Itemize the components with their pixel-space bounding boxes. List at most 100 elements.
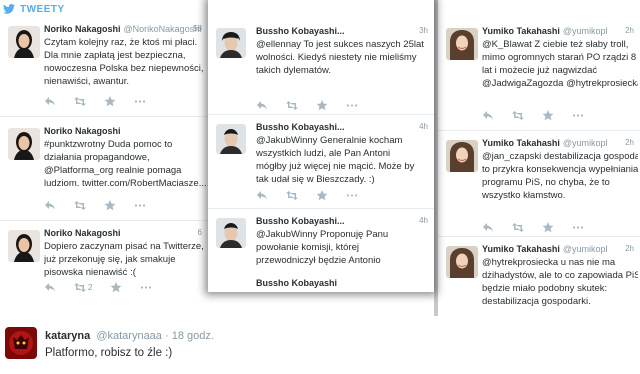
tweet-time[interactable]: 2h bbox=[625, 244, 634, 253]
avatar[interactable] bbox=[446, 140, 478, 172]
reply-button[interactable] bbox=[256, 100, 268, 111]
avatar[interactable] bbox=[216, 124, 246, 154]
author-name[interactable]: Noriko Nakagoshi bbox=[44, 126, 121, 136]
author-name[interactable]: Yumiko Takahashi bbox=[482, 26, 560, 36]
retweet-button[interactable] bbox=[286, 100, 298, 111]
retweet-button[interactable] bbox=[512, 222, 524, 233]
tweet-item[interactable]: Yumiko Takahashi @yumikopl 2h @K_Blawat Z… bbox=[438, 24, 640, 134]
tweet-item[interactable]: Bussho Kobayashi... 4h @JakubWinny Propo… bbox=[208, 214, 434, 274]
favorite-button[interactable] bbox=[104, 96, 116, 107]
tweet-item[interactable]: Bussho Kobayashi... 3h @ellennay To jest… bbox=[208, 24, 434, 118]
reply-button[interactable] bbox=[44, 200, 56, 211]
author-handle[interactable]: @yumikopl bbox=[563, 138, 608, 148]
avatar[interactable] bbox=[216, 28, 246, 58]
tweet-item[interactable]: Yumiko Takahashi @yumikopl 2h @hytrekpros… bbox=[438, 242, 640, 314]
author-handle[interactable]: @yumikopl bbox=[563, 244, 608, 254]
tweet-time[interactable]: 4h bbox=[419, 122, 428, 131]
retweet-icon bbox=[512, 111, 524, 120]
tweet-time[interactable]: 6 bbox=[198, 228, 202, 237]
tweet-item[interactable]: Noriko Nakagoshi @NorikoNakagoshi 58 Czyt… bbox=[0, 22, 208, 114]
favorite-icon bbox=[316, 100, 328, 111]
retweet-icon bbox=[512, 223, 524, 232]
more-button[interactable] bbox=[572, 110, 584, 121]
tweet-item[interactable]: Bussho Kobayashi bbox=[208, 278, 434, 292]
author-handle[interactable]: @yumikopl bbox=[563, 26, 608, 36]
reply-button[interactable] bbox=[44, 96, 56, 107]
reply-button[interactable] bbox=[482, 222, 494, 233]
reply-button[interactable] bbox=[256, 190, 268, 201]
avatar[interactable] bbox=[8, 26, 40, 58]
author-name[interactable]: Yumiko Takahashi bbox=[482, 138, 560, 148]
tweet-meta: Noriko Nakagoshi bbox=[44, 126, 208, 136]
favorite-button[interactable] bbox=[542, 222, 554, 233]
favorite-icon bbox=[110, 282, 122, 293]
more-button[interactable] bbox=[346, 190, 358, 201]
tweet-item[interactable]: Noriko Nakagoshi 6 Dopiero zaczynam pisa… bbox=[0, 226, 208, 296]
tweet-actions bbox=[482, 110, 584, 121]
author-name[interactable]: kataryna bbox=[45, 330, 90, 342]
favorite-icon bbox=[316, 190, 328, 201]
tweet-meta: kataryna @katarynaaa · 18 godz. bbox=[45, 330, 214, 342]
author-name[interactable]: Yumiko Takahashi bbox=[482, 244, 560, 254]
retweet-icon bbox=[74, 201, 86, 210]
avatar[interactable] bbox=[446, 28, 478, 60]
favorite-icon bbox=[104, 96, 116, 107]
tweet-time[interactable]: 2h bbox=[625, 26, 634, 35]
retweet-button[interactable]: 2 bbox=[74, 282, 92, 293]
avatar[interactable] bbox=[216, 218, 246, 248]
tweet-time[interactable]: 2h bbox=[625, 138, 634, 147]
favorite-button[interactable] bbox=[542, 110, 554, 121]
more-button[interactable] bbox=[140, 282, 152, 293]
more-button[interactable] bbox=[134, 200, 146, 211]
divider bbox=[438, 236, 640, 237]
featured-tweet[interactable]: kataryna @katarynaaa · 18 godz. Platform… bbox=[0, 318, 640, 374]
retweet-button[interactable] bbox=[74, 200, 86, 211]
more-button[interactable] bbox=[346, 100, 358, 111]
divider bbox=[0, 116, 208, 117]
tweet-meta: Bussho Kobayashi bbox=[256, 278, 434, 288]
tweet-meta: Yumiko Takahashi @yumikopl bbox=[482, 26, 640, 36]
tweet-meta: Bussho Kobayashi... bbox=[256, 122, 434, 132]
avatar[interactable] bbox=[8, 128, 40, 160]
author-name[interactable]: Bussho Kobayashi... bbox=[256, 216, 345, 226]
author-handle[interactable]: @NorikoNakagoshi bbox=[124, 24, 202, 34]
tweet-column-2: Bussho Kobayashi... 3h @ellennay To jest… bbox=[208, 0, 434, 292]
tweet-item[interactable]: Bussho Kobayashi... 4h @JakubWinny Gener… bbox=[208, 120, 434, 212]
favorite-button[interactable] bbox=[316, 190, 328, 201]
reply-icon bbox=[483, 111, 493, 120]
author-name[interactable]: Noriko Nakagoshi bbox=[44, 228, 121, 238]
reply-icon bbox=[45, 283, 55, 292]
retweet-icon bbox=[286, 191, 298, 200]
retweet-button[interactable] bbox=[74, 96, 86, 107]
author-name[interactable]: Bussho Kobayashi... bbox=[256, 122, 345, 132]
tweet-text: #punktzwrotny Duda pomoc to działania pr… bbox=[44, 139, 206, 189]
retweet-button[interactable] bbox=[286, 190, 298, 201]
author-handle[interactable]: @katarynaaa bbox=[96, 330, 162, 342]
avatar[interactable] bbox=[8, 230, 40, 262]
author-name[interactable]: Bussho Kobayashi bbox=[256, 278, 337, 288]
favorite-button[interactable] bbox=[110, 282, 122, 293]
author-name[interactable]: Bussho Kobayashi... bbox=[256, 26, 345, 36]
tweet-time[interactable]: 4h bbox=[419, 216, 428, 225]
tweet-time[interactable]: 18 godz. bbox=[172, 330, 214, 342]
reply-button[interactable] bbox=[44, 282, 56, 293]
retweet-button[interactable] bbox=[512, 110, 524, 121]
favorite-button[interactable] bbox=[104, 200, 116, 211]
more-icon bbox=[346, 194, 358, 197]
more-button[interactable] bbox=[572, 222, 584, 233]
reply-icon bbox=[483, 223, 493, 232]
reply-button[interactable] bbox=[482, 110, 494, 121]
avatar[interactable] bbox=[5, 327, 37, 359]
tweet-time[interactable]: 58 bbox=[193, 24, 202, 33]
more-button[interactable] bbox=[134, 96, 146, 107]
tweet-item[interactable]: Yumiko Takahashi @yumikopl 2h @jan_czapsk… bbox=[438, 136, 640, 242]
tweet-actions bbox=[44, 96, 146, 107]
more-icon bbox=[346, 104, 358, 107]
avatar[interactable] bbox=[446, 246, 478, 278]
tweet-time[interactable]: 3h bbox=[419, 26, 428, 35]
tweet-item[interactable]: Noriko Nakagoshi #punktzwrotny Duda pomo… bbox=[0, 124, 208, 216]
divider bbox=[438, 130, 640, 131]
author-name[interactable]: Noriko Nakagoshi bbox=[44, 24, 121, 34]
tweet-actions bbox=[256, 100, 358, 111]
favorite-button[interactable] bbox=[316, 100, 328, 111]
